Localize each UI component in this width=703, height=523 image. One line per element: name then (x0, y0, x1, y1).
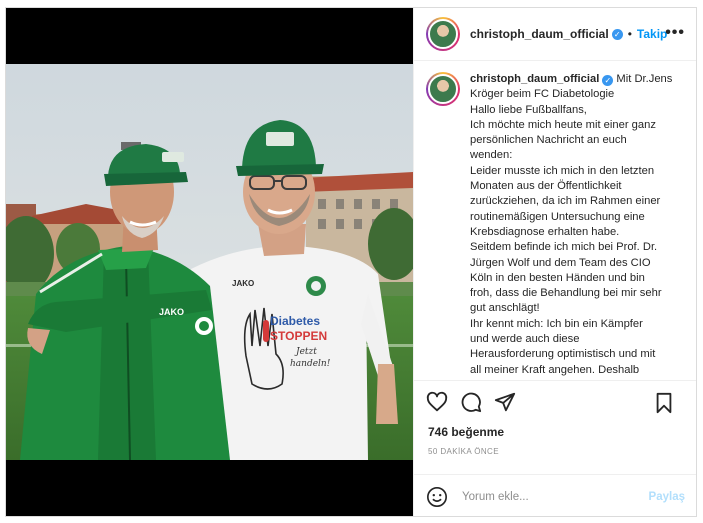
shirt-brand-right: JAKO (232, 279, 254, 288)
caption-line: Herausforderung optimistisch und mit (470, 348, 656, 361)
share-paper-plane-icon[interactable] (494, 391, 518, 415)
post-photo[interactable]: JAKO JAKO Diabetes STOPPEN Jetzt handeln… (6, 64, 413, 460)
caption-avatar[interactable] (426, 72, 460, 106)
header-username[interactable]: christoph_daum_official (470, 27, 609, 41)
caption-line: Hallo liebe Fußballfans, (470, 103, 587, 116)
caption-line: Ich möchte mich heute mit einer ganz (470, 118, 656, 131)
action-bar (414, 380, 696, 424)
avatar-image (428, 19, 458, 49)
caption-line: zurückziehen, da ich im Rahmen einer (470, 195, 661, 208)
post-header: christoph_daum_official ✓ • Takip ••• (414, 8, 696, 61)
caption-line: froh, dass die Behandlung bei mir sehr (470, 287, 662, 300)
post-timestamp[interactable]: 50 DAKİKA ÖNCE (428, 447, 499, 456)
header-separator: • (627, 27, 632, 41)
comment-bubble-icon[interactable] (460, 391, 484, 415)
shirt-text-diabetes: Diabetes (270, 314, 320, 328)
caption-line: Seitdem befinde ich mich bei Prof. Dr. (470, 241, 658, 254)
caption-line: Kröger beim FC Diabetologie (470, 88, 615, 101)
shirt-text-handeln: handeln! (290, 359, 331, 369)
caption-line: Köln in den besten Händen und bin (470, 271, 645, 284)
verified-badge-icon: ✓ (611, 28, 623, 40)
caption-line: Monaten aus der Öffentlichkeit (470, 180, 622, 193)
caption-avatar-image (428, 74, 458, 104)
comment-bar: Paylaş (414, 474, 696, 516)
caption-line: all meiner Kraft angehen. Deshalb (470, 363, 640, 376)
shirt-text-jetzt: Jetzt (294, 347, 317, 357)
comment-input[interactable] (462, 490, 632, 503)
caption-line: routinemäßigen Untersuchung eine (470, 210, 645, 223)
post-side-panel: christoph_daum_official ✓ • Takip ••• ch… (413, 8, 696, 516)
caption-line-text: Mit Dr.Jens (616, 73, 673, 85)
caption-line: Jürgen Wolf und dem Team des CIO (470, 256, 651, 269)
caption-line: persönlichen Nachricht an euch (470, 134, 627, 147)
caption-line: gut anschlägt! (470, 302, 540, 315)
save-bookmark-icon[interactable] (653, 392, 677, 416)
post-comment-button[interactable]: Paylaş (649, 491, 685, 503)
emoji-smiley-icon[interactable] (426, 486, 448, 508)
caption-line: Ihr kennt mich: Ich bin ein Kämpfer (470, 317, 643, 330)
likes-count[interactable]: 746 beğenme (428, 425, 504, 439)
caption-line: christoph_daum_official ✓ Mit Dr.Jens (470, 72, 687, 87)
like-heart-icon[interactable] (426, 391, 450, 415)
caption-username[interactable]: christoph_daum_official (470, 73, 599, 85)
avatar[interactable] (426, 17, 460, 51)
caption-verified-badge-icon: ✓ (602, 75, 614, 86)
follow-button[interactable]: Takip (637, 27, 667, 41)
instagram-post-frame: JAKO JAKO Diabetes STOPPEN Jetzt handeln… (5, 7, 697, 517)
caption-line: Krebsdiagnose erhalten habe. (470, 225, 620, 238)
more-options-icon[interactable]: ••• (665, 24, 685, 42)
shirt-text-stoppen: STOPPEN (270, 329, 327, 343)
caption-line: und werde auch diese (470, 333, 580, 346)
caption-text: christoph_daum_official ✓ Mit Dr.Jens Krö… (470, 72, 687, 380)
post-media[interactable]: JAKO JAKO Diabetes STOPPEN Jetzt handeln… (6, 8, 413, 516)
caption-line: Leider musste ich mich in den letzten (470, 164, 655, 177)
shirt-brand-left: JAKO (159, 307, 184, 317)
caption-area[interactable]: christoph_daum_official ✓ Mit Dr.Jens Krö… (414, 62, 696, 380)
caption-line: wenden: (470, 149, 513, 162)
